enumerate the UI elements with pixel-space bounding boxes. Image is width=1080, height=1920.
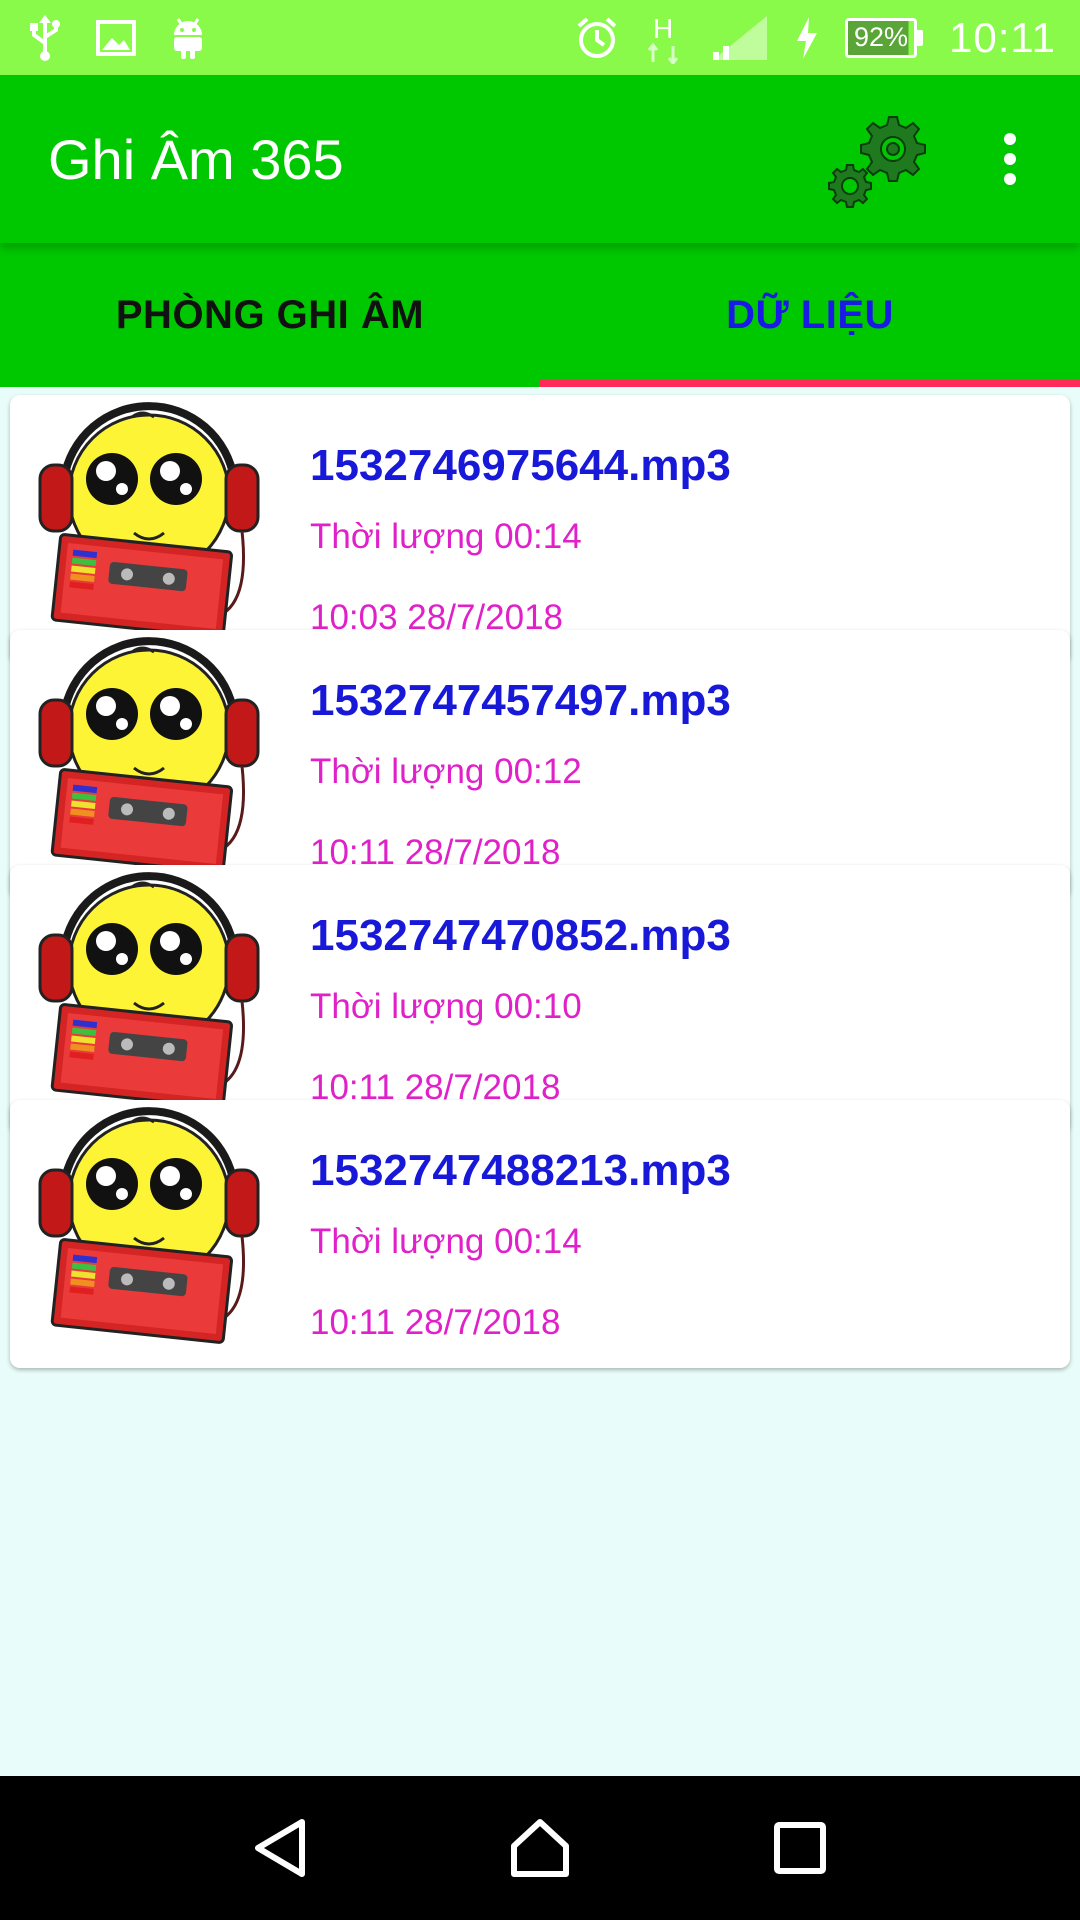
image-icon [96, 19, 136, 56]
charging-icon [795, 16, 819, 59]
tab-recording-room[interactable]: PHÒNG GHI ÂM [0, 243, 540, 387]
status-bar: H 92% 10:11 [0, 0, 1080, 75]
back-icon [255, 1819, 305, 1877]
tab-data[interactable]: DỮ LIỆU [540, 243, 1080, 387]
app-bar: Ghi Âm 365 [0, 75, 1080, 243]
recording-duration: Thời lượng 00:14 [310, 517, 582, 556]
recording-filename: 1532747488213.mp3 [310, 1146, 731, 1195]
gear-icon [828, 116, 926, 208]
tab-data-label: DỮ LIỆU [726, 292, 894, 337]
app-title: Ghi Âm 365 [48, 127, 344, 191]
recording-duration: Thời lượng 00:14 [310, 1222, 582, 1261]
battery-icon: 92% [844, 17, 923, 58]
recording-filename: 1532747470852.mp3 [310, 911, 731, 960]
recording-filename: 1532746975644.mp3 [310, 441, 731, 490]
recording-item[interactable]: 1532747470852.mp3 Thời lượng 00:10 10:11… [10, 865, 1070, 1133]
usb-icon [28, 14, 62, 61]
alarm-icon [575, 16, 619, 60]
network-type-label: H [653, 13, 673, 44]
recording-date: 10:11 28/7/2018 [310, 1303, 561, 1342]
status-bar-notifications [28, 14, 206, 61]
back-button[interactable] [230, 1798, 330, 1898]
recording-thumbnail [36, 630, 262, 874]
tab-bar: PHÒNG GHI ÂM DỮ LIỆU [0, 243, 1080, 387]
battery-level: 92% [844, 17, 917, 58]
recents-icon [774, 1822, 826, 1874]
recording-item[interactable]: 1532746975644.mp3 Thời lượng 00:14 10:03… [10, 395, 1070, 663]
android-icon [170, 15, 206, 61]
more-vert-icon [1004, 133, 1016, 185]
recording-thumbnail [36, 395, 262, 639]
network-h-icon: H [645, 12, 685, 64]
recording-item[interactable]: 1532747488213.mp3 Thời lượng 00:14 10:11… [10, 1100, 1070, 1368]
navigation-bar [0, 1776, 1080, 1920]
status-bar-system: H 92% 10:11 [575, 12, 1056, 64]
home-icon [511, 1819, 569, 1877]
settings-button[interactable] [822, 104, 932, 214]
recording-thumbnail [36, 1100, 262, 1344]
recording-duration: Thời lượng 00:12 [310, 752, 582, 791]
signal-icon [711, 14, 769, 62]
recording-thumbnail [36, 865, 262, 1109]
recording-duration: Thời lượng 00:10 [310, 987, 582, 1026]
status-bar-time: 10:11 [949, 13, 1056, 61]
recording-filename: 1532747457497.mp3 [310, 676, 731, 725]
tab-selected-indicator [540, 380, 1080, 387]
overflow-menu-button[interactable] [980, 104, 1040, 214]
recording-item[interactable]: 1532747457497.mp3 Thời lượng 00:12 10:11… [10, 630, 1070, 898]
home-button[interactable] [490, 1798, 590, 1898]
recents-button[interactable] [750, 1798, 850, 1898]
